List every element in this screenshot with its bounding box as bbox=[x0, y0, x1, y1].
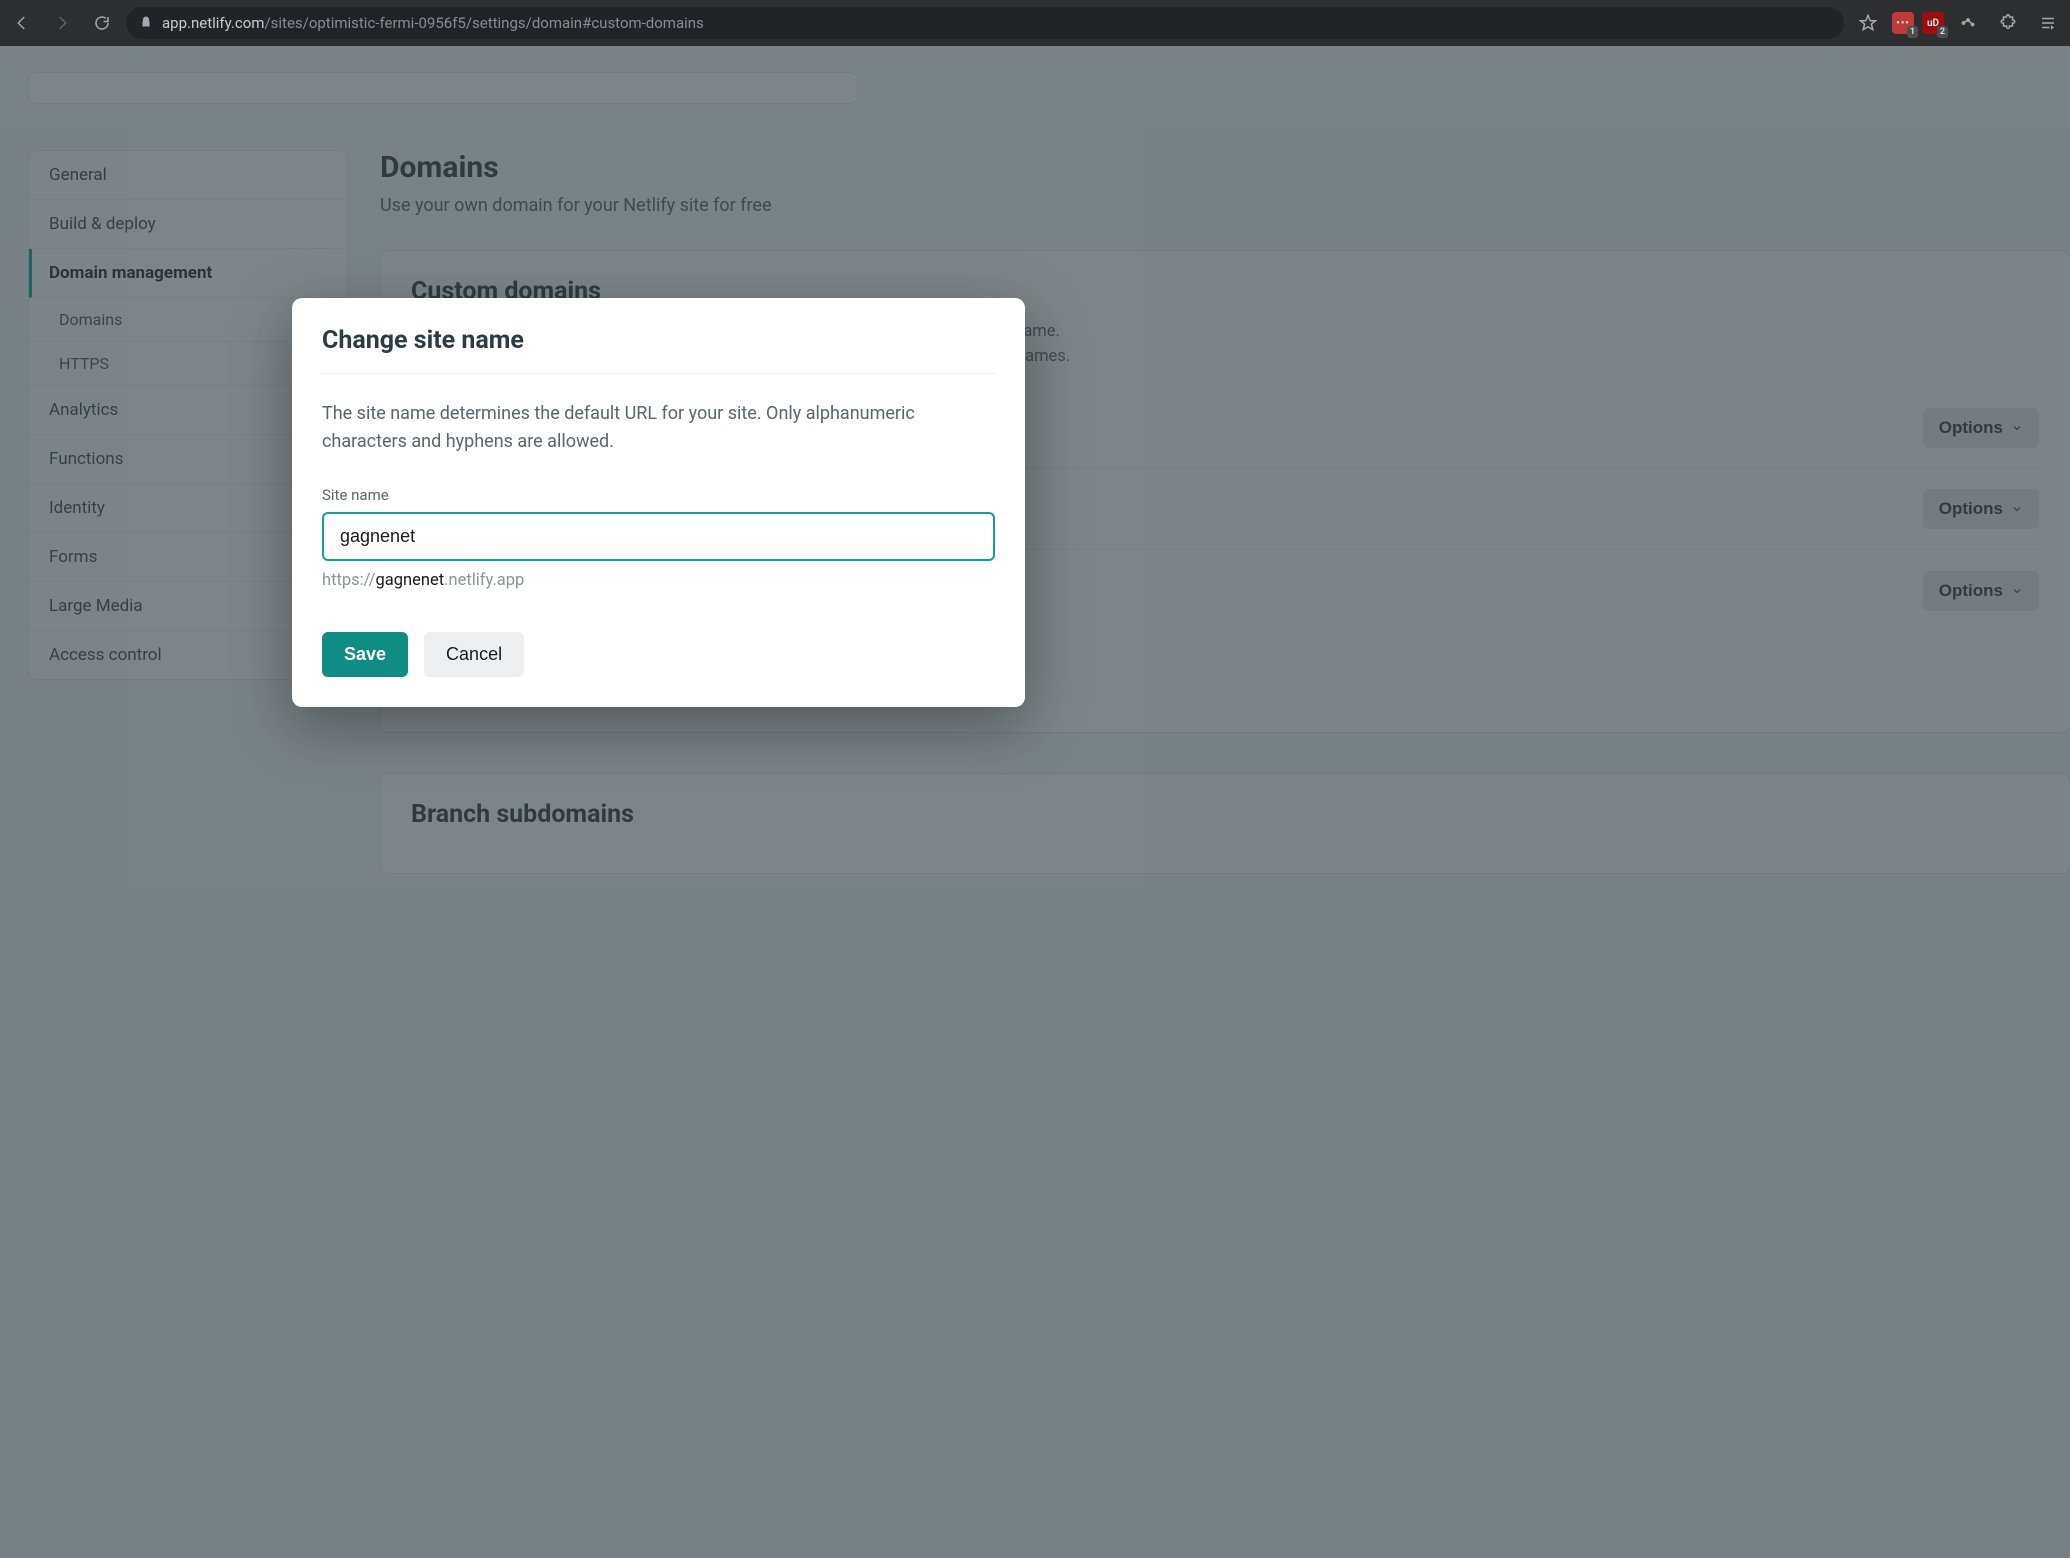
modal-overlay[interactable] bbox=[0, 46, 2070, 1558]
extension-icon[interactable] bbox=[1952, 7, 1984, 39]
address-bar[interactable]: app.netlify.com/sites/optimistic-fermi-0… bbox=[126, 7, 1844, 39]
extension-badge-2[interactable]: uD 2 bbox=[1922, 12, 1944, 34]
site-name-input[interactable] bbox=[322, 512, 995, 561]
extensions-puzzle-icon[interactable] bbox=[1992, 7, 2024, 39]
nav-forward-button[interactable] bbox=[46, 7, 78, 39]
site-name-label: Site name bbox=[322, 486, 995, 504]
nav-back-button[interactable] bbox=[6, 7, 38, 39]
save-button[interactable]: Save bbox=[322, 632, 408, 677]
lock-icon bbox=[140, 14, 152, 32]
modal-description: The site name determines the default URL… bbox=[322, 400, 995, 456]
extension-badge-1[interactable]: ••• 1 bbox=[1892, 12, 1914, 34]
browser-toolbar: app.netlify.com/sites/optimistic-fermi-0… bbox=[0, 0, 2070, 46]
reading-list-icon[interactable] bbox=[2032, 7, 2064, 39]
change-site-name-modal: Change site name The site name determine… bbox=[292, 298, 1025, 707]
modal-title: Change site name bbox=[322, 326, 995, 374]
url-path: /sites/optimistic-fermi-0956f5/settings/… bbox=[264, 14, 703, 32]
url-host: app.netlify.com bbox=[162, 14, 264, 32]
url-preview: https://gagnenet.netlify.app bbox=[322, 571, 995, 590]
cancel-button[interactable]: Cancel bbox=[424, 632, 524, 677]
bookmark-star-icon[interactable] bbox=[1852, 7, 1884, 39]
nav-reload-button[interactable] bbox=[86, 7, 118, 39]
